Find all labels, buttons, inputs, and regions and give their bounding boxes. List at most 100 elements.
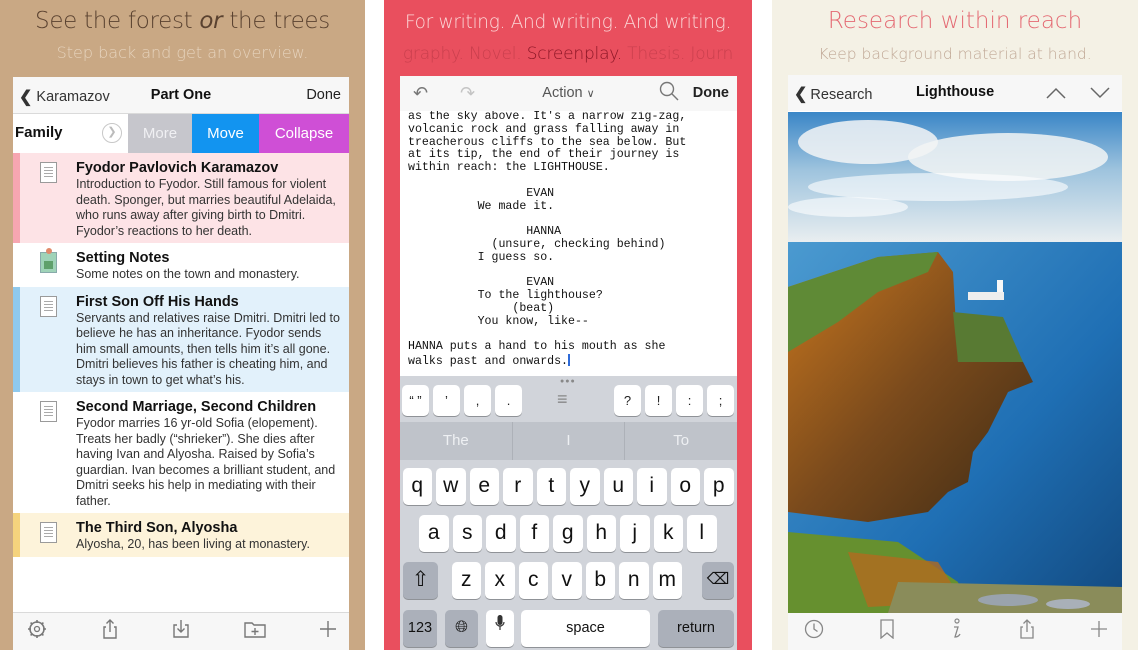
- key-u[interactable]: u: [603, 468, 633, 505]
- delete-key[interactable]: ⌫: [702, 562, 734, 599]
- share-icon[interactable]: [101, 618, 119, 645]
- back-button[interactable]: ❮ Research: [794, 84, 872, 104]
- globe-key[interactable]: 🌐︎: [445, 610, 478, 647]
- history-icon[interactable]: [804, 619, 824, 644]
- key-a[interactable]: a: [419, 515, 449, 552]
- list-item[interactable]: Second Marriage, Second Children Fyodor …: [13, 392, 349, 513]
- overview-panel: See the forest or the trees Step back an…: [0, 0, 365, 650]
- format-label: Action: [542, 85, 583, 101]
- script-line: within reach: the LIGHTHOUSE.: [408, 161, 610, 175]
- done-button[interactable]: Done: [693, 85, 729, 101]
- more-button[interactable]: More: [128, 114, 192, 153]
- import-icon[interactable]: [172, 619, 190, 644]
- bookmark-icon[interactable]: [879, 619, 895, 644]
- screenplay-text-editor[interactable]: as the sky above. It's a narrow zig-zag,…: [400, 111, 737, 376]
- new-folder-icon[interactable]: [243, 620, 266, 643]
- key-k[interactable]: k: [653, 515, 683, 552]
- punctuation-key[interactable]: ?: [614, 385, 641, 416]
- key-j[interactable]: j: [620, 515, 650, 552]
- info-icon[interactable]: [949, 618, 963, 645]
- list-item[interactable]: Setting Notes Some notes on the town and…: [13, 243, 349, 287]
- label-color-bar: [13, 286, 20, 392]
- item-synopsis: Some notes on the town and monastery.: [76, 267, 300, 281]
- key-r[interactable]: r: [503, 468, 533, 505]
- chevron-down-icon: ∨: [586, 88, 595, 100]
- done-button[interactable]: Done: [306, 87, 341, 103]
- key-c[interactable]: c: [518, 562, 548, 599]
- key-h[interactable]: h: [586, 515, 616, 552]
- microphone-icon: [495, 615, 505, 636]
- suggestion[interactable]: I: [513, 422, 626, 460]
- item-synopsis: Alyosha, 20, has been living at monaster…: [76, 537, 310, 551]
- key-l[interactable]: l: [687, 515, 717, 552]
- list-item[interactable]: The Third Son, Alyosha Alyosha, 20, has …: [13, 513, 349, 557]
- add-icon[interactable]: [1090, 620, 1108, 643]
- add-icon[interactable]: [319, 620, 337, 643]
- list-item[interactable]: Fyodor Pavlovich Karamazov Introduction …: [13, 153, 349, 243]
- dictation-key[interactable]: [486, 610, 514, 647]
- script-line: walks past and onwards.: [408, 354, 570, 369]
- document-icon: [40, 522, 57, 543]
- space-key[interactable]: space: [521, 610, 650, 647]
- list-item-family[interactable]: Family ❯: [13, 114, 128, 153]
- key-i[interactable]: i: [637, 468, 667, 505]
- punctuation-key[interactable]: ,: [464, 385, 491, 416]
- keyboard-row-2: asdfghjkl: [400, 515, 737, 553]
- punctuation-key[interactable]: ’: [433, 385, 460, 416]
- key-f[interactable]: f: [519, 515, 549, 552]
- research-headline: Research within reach: [827, 8, 1083, 34]
- predictive-text-bar: The I To: [400, 422, 737, 460]
- punctuation-key[interactable]: “ ”: [402, 385, 429, 416]
- punctuation-key[interactable]: ;: [707, 385, 734, 416]
- globe-icon: 🌐︎: [455, 619, 468, 636]
- key-g[interactable]: g: [553, 515, 583, 552]
- share-icon[interactable]: [1018, 618, 1036, 645]
- suggestion[interactable]: The: [400, 422, 513, 460]
- key-p[interactable]: p: [704, 468, 734, 505]
- writing-subhead: graphy. Novel. Screenplay. Thesis. Journ: [402, 44, 734, 64]
- key-w[interactable]: w: [436, 468, 466, 505]
- punctuation-key[interactable]: .: [495, 385, 522, 416]
- key-x[interactable]: x: [485, 562, 515, 599]
- key-s[interactable]: s: [452, 515, 482, 552]
- editor-screen: ↶ ↷ Action ∨ Done as the sky above. It's…: [400, 76, 737, 650]
- item-title: Second Marriage, Second Children: [76, 399, 317, 415]
- script-line: (unsure, checking behind): [408, 237, 666, 251]
- key-v[interactable]: v: [552, 562, 582, 599]
- key-y[interactable]: y: [570, 468, 600, 505]
- menu-icon[interactable]: ≡: [557, 389, 568, 410]
- search-icon[interactable]: [659, 81, 679, 107]
- return-key[interactable]: return: [658, 610, 734, 647]
- list-item[interactable]: First Son Off His Hands Servants and rel…: [13, 286, 349, 392]
- suggestion[interactable]: To: [625, 422, 737, 460]
- key-q[interactable]: q: [402, 468, 432, 505]
- punctuation-key[interactable]: :: [676, 385, 703, 416]
- key-e[interactable]: e: [469, 468, 499, 505]
- numbers-key[interactable]: 123: [403, 610, 437, 647]
- key-n[interactable]: n: [619, 562, 649, 599]
- script-line: volcanic rock and grass falling away in: [408, 122, 680, 136]
- outline-screen: ❮ Karamazov Part One Done Family ❯ More M…: [13, 77, 349, 650]
- keyboard-row-1: qwertyuiop: [400, 468, 737, 506]
- key-o[interactable]: o: [670, 468, 700, 505]
- key-t[interactable]: t: [536, 468, 566, 505]
- backspace-icon: ⌫: [706, 571, 730, 588]
- key-d[interactable]: d: [486, 515, 516, 552]
- disclosure-icon[interactable]: ❯: [102, 123, 122, 143]
- shift-key[interactable]: ⇧: [403, 562, 438, 599]
- chevron-down-icon[interactable]: [1090, 79, 1110, 105]
- key-m[interactable]: m: [652, 562, 682, 599]
- chevron-up-icon[interactable]: [1046, 79, 1066, 105]
- writing-headline: For writing. And writing. And writing.: [404, 12, 732, 33]
- key-b[interactable]: b: [585, 562, 615, 599]
- format-menu-button[interactable]: Action ∨: [400, 85, 737, 101]
- back-label: Research: [810, 87, 873, 103]
- settings-icon[interactable]: [27, 619, 47, 644]
- collapse-button[interactable]: Collapse: [259, 114, 349, 153]
- move-button[interactable]: Move: [192, 114, 259, 153]
- key-z[interactable]: z: [451, 562, 481, 599]
- script-line: I guess so.: [408, 250, 555, 264]
- bottom-toolbar: [788, 613, 1122, 650]
- punctuation-key[interactable]: !: [645, 385, 672, 416]
- script-line: as the sky above. It's a narrow zig-zag,: [408, 111, 687, 123]
